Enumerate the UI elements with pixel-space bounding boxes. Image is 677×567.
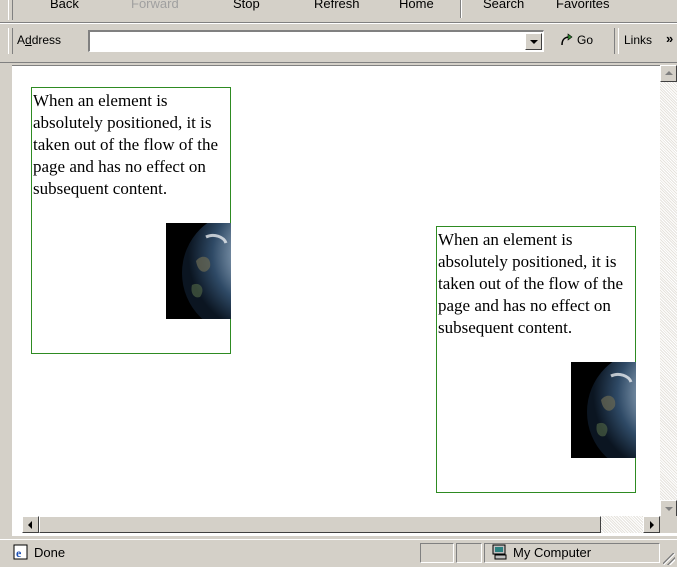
address-label-prefix: A bbox=[17, 33, 26, 47]
status-pane-1 bbox=[420, 543, 454, 563]
links-toolbar-button[interactable]: Links bbox=[624, 33, 652, 47]
toolbar-separator bbox=[460, 0, 462, 18]
vertical-scrollbar[interactable] bbox=[660, 65, 677, 517]
resize-grip[interactable] bbox=[663, 553, 675, 565]
absolute-box-left: When an element is absolutely positioned… bbox=[31, 87, 231, 354]
earth-graphic bbox=[182, 223, 231, 319]
standard-toolbar: Back Forward Stop Refresh Home Search Fa… bbox=[0, 0, 677, 23]
go-arrow-icon bbox=[561, 33, 573, 46]
earth-graphic bbox=[587, 362, 636, 458]
page-content: When an element is absolutely positioned… bbox=[12, 65, 677, 536]
status-text: Done bbox=[34, 545, 66, 560]
more-chevron-icon[interactable]: » bbox=[666, 31, 673, 46]
box-text: When an element is absolutely positioned… bbox=[438, 230, 624, 337]
scroll-left-button[interactable] bbox=[22, 516, 39, 533]
links-separator bbox=[614, 28, 619, 54]
svg-text:e: e bbox=[16, 546, 22, 560]
horizontal-scrollbar[interactable] bbox=[22, 516, 660, 533]
back-button[interactable]: Back bbox=[50, 0, 79, 11]
computer-icon bbox=[492, 544, 507, 560]
search-button[interactable]: Search bbox=[483, 0, 524, 11]
box-text: When an element is absolutely positioned… bbox=[33, 91, 219, 198]
scrollbar-corner bbox=[660, 516, 677, 533]
address-dropdown-button[interactable] bbox=[525, 33, 542, 50]
scroll-up-button[interactable] bbox=[660, 65, 677, 82]
status-bar: e Done My Computer bbox=[0, 539, 677, 567]
address-label: Address bbox=[17, 33, 61, 47]
address-label-accelerator: d bbox=[25, 33, 32, 47]
horizontal-scroll-thumb[interactable] bbox=[39, 516, 601, 533]
forward-button[interactable]: Forward bbox=[131, 0, 179, 11]
address-input[interactable] bbox=[88, 30, 544, 52]
scroll-down-button[interactable] bbox=[660, 500, 677, 517]
zone-text: My Computer bbox=[513, 545, 592, 560]
scroll-right-button[interactable] bbox=[643, 516, 660, 533]
favorites-button[interactable]: Favorites bbox=[556, 0, 609, 11]
go-label: Go bbox=[577, 33, 594, 47]
stop-button[interactable]: Stop bbox=[233, 0, 260, 11]
refresh-button[interactable]: Refresh bbox=[314, 0, 360, 11]
home-button[interactable]: Home bbox=[399, 0, 434, 11]
status-pane-2 bbox=[456, 543, 482, 563]
absolute-box-right: When an element is absolutely positioned… bbox=[436, 226, 636, 493]
address-bar: Address Go Links » bbox=[0, 23, 677, 63]
address-label-suffix: dress bbox=[31, 33, 62, 47]
earth-image bbox=[166, 223, 231, 319]
toolbar-grip[interactable] bbox=[8, 0, 13, 20]
ie-page-icon: e bbox=[13, 544, 28, 560]
go-button[interactable]: Go bbox=[560, 33, 593, 47]
address-bar-grip[interactable] bbox=[8, 28, 13, 54]
earth-image bbox=[571, 362, 636, 458]
